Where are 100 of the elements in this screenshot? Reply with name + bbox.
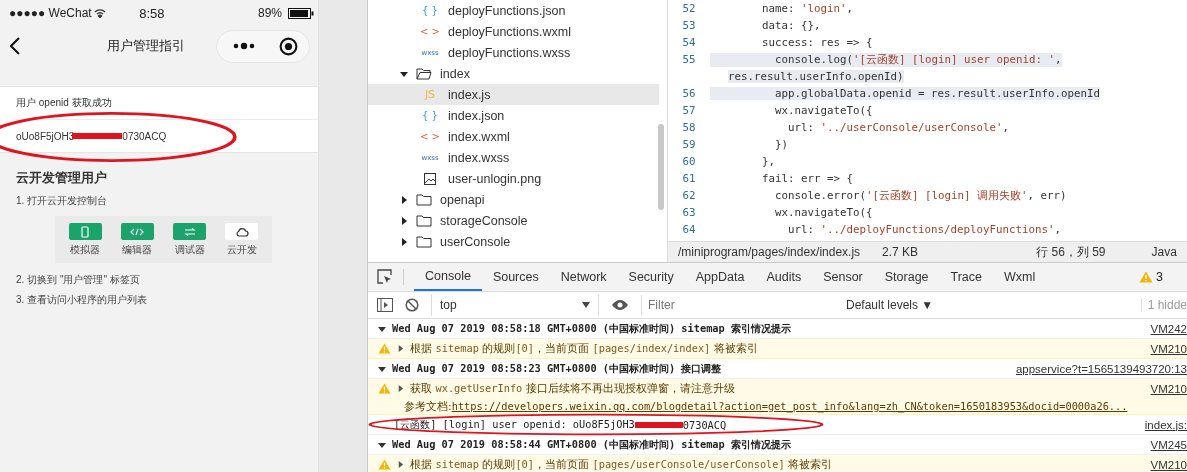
caret-right-icon[interactable] [400,195,408,204]
line-number: 61 [681,172,697,185]
group-title: Wed Aug 07 2019 08:58:44 GMT+0800 (中国标准时间) sitemap 索引情况提示 [392,437,792,452]
devtools-tab[interactable]: Sources [481,263,550,291]
warning-icon [378,459,391,470]
dropdown-caret-icon [582,302,590,308]
caret-down-icon [378,364,386,373]
file-type-label: < > [420,26,440,37]
folder-item[interactable]: storageConsole [368,210,667,231]
openid-label: 用户 openid 获取成功 [16,96,112,110]
source-link[interactable]: VM210 [1150,458,1187,471]
line-number: 62 [681,189,697,202]
file-type-label: { } [421,5,439,16]
doc-link[interactable]: https://developers.weixin.qq.com/blogdetail?action=get_post_info&lang=zh_CN&token=1650183953&docid=0000a26... [451,400,1128,412]
caret-down-icon [378,440,386,449]
warning-text: 根据 sitemap 的规则[0]，当前页面 [pages/index/index] 将被索引 [410,341,759,356]
file-item[interactable]: { } deployFunctions.json [368,0,667,21]
folder-item[interactable]: openapi [368,189,667,210]
line-number: 56 [681,87,697,100]
page-title: 用户管理指引 [105,37,186,55]
folder-icon [416,235,432,248]
file-item[interactable]: < > index.wxml [368,126,667,147]
section-heading: 云开发管理用户 [16,169,108,187]
devtools-tab[interactable]: Security [617,263,685,291]
warning-text: 根据 sitemap 的规则[0]，当前页面 [pages/userConsole/userConsole] 将被索引 [410,457,834,472]
carrier-label: ●●●●● WeChat [9,6,92,20]
battery-icon [288,7,314,19]
phone-icon [81,225,90,238]
inspect-icon[interactable] [377,269,393,285]
log-text-end: 0730ACQ [682,418,727,431]
more-icon[interactable] [233,42,255,50]
cloud-icon [234,226,249,237]
line-number: 55 [681,53,697,66]
source-link[interactable]: VM210 [1150,382,1187,395]
context-dropdown[interactable]: top [431,294,599,316]
caret-right-icon[interactable] [400,237,408,246]
image-file-icon [424,172,436,185]
sidebar-toggle-icon[interactable] [377,298,393,312]
caret-right-icon[interactable] [400,216,408,225]
language-label: Java [1151,245,1177,259]
source-link[interactable]: VM242 [1150,322,1187,335]
source-link[interactable]: index.js: [1144,418,1187,431]
clock-time: 8:58 [138,5,166,21]
source-link[interactable]: appservice?t=1565139493720:13 [1015,362,1187,375]
devtools-tab[interactable]: Storage [873,263,940,291]
line-number: 58 [681,121,697,134]
caret-down-icon [378,324,386,333]
folder-item[interactable]: userConsole [368,231,667,252]
hidden-count: 1 hidde [1140,298,1187,312]
tool-label: 编辑器 [122,243,153,257]
file-type-label: JS [423,88,437,101]
back-icon[interactable] [10,37,20,55]
code-line: wx.navigateTo({ [774,104,873,117]
devtools-tab[interactable]: Trace [939,263,994,291]
file-item[interactable]: user-unlogin.png [368,168,667,189]
capsule-menu[interactable] [216,29,310,63]
code-line: }) [774,138,788,151]
caret-down-icon[interactable] [400,69,408,78]
warning-text: 获取 wx.getUserInfo 接口后续将不再出现授权弹窗，请注意升级 [410,381,736,396]
file-item[interactable]: { } index.json [368,105,667,126]
log-levels-dropdown[interactable]: Default levels ▼ [842,298,938,312]
file-size: 2.7 KB [882,245,919,259]
folder-icon [416,214,432,227]
devtools-tab[interactable]: AppData [684,263,756,291]
code-line: success: res => { [761,36,873,49]
devtools-tab[interactable]: Sensor [812,263,874,291]
cursor-position: 行 56，列 59 [1036,243,1106,261]
caret-right-icon[interactable] [397,461,404,468]
caret-right-icon[interactable] [397,385,404,392]
source-link[interactable]: VM245 [1150,438,1187,451]
line-number: 52 [681,2,697,15]
folder-item[interactable]: index [368,63,667,84]
clear-icon[interactable] [405,298,419,312]
openid-value-end: 0730ACQ [122,130,167,142]
devtools-tab[interactable]: Wxml [993,263,1047,291]
eye-icon[interactable] [611,299,629,311]
line-number: 53 [681,19,697,32]
tool-label: 模拟器 [70,243,101,257]
code-line: }, [761,155,775,168]
devtools-tab[interactable]: Console [414,263,482,291]
folder-icon [416,193,432,206]
line-number: 59 [681,138,697,151]
reference-label: 参考文档: [404,398,452,414]
devtools-tab[interactable]: Audits [755,263,813,291]
file-type-label: { } [421,110,439,121]
code-line: url: '../deployFunctions/deployFunctions', [787,223,1062,236]
source-link[interactable]: VM210 [1150,342,1187,355]
caret-right-icon[interactable] [397,345,404,352]
close-target-icon[interactable] [279,36,298,56]
code-line: url: '../userConsole/userConsole', [787,121,1010,134]
devtools-tab[interactable]: Network [549,263,618,291]
warning-count[interactable]: 3 [1156,270,1163,284]
tool-label: 调试器 [174,243,205,257]
line-number: 60 [681,155,697,168]
file-item[interactable]: < > deployFunctions.wxml [368,21,667,42]
file-type-label: < > [420,131,440,142]
group-title: Wed Aug 07 2019 08:58:18 GMT+0800 (中国标准时间) sitemap 索引情况提示 [392,321,792,336]
folder-icon [416,67,432,80]
code-line: fail: err => { [761,172,853,185]
file-item[interactable]: JS index.js [368,84,659,105]
